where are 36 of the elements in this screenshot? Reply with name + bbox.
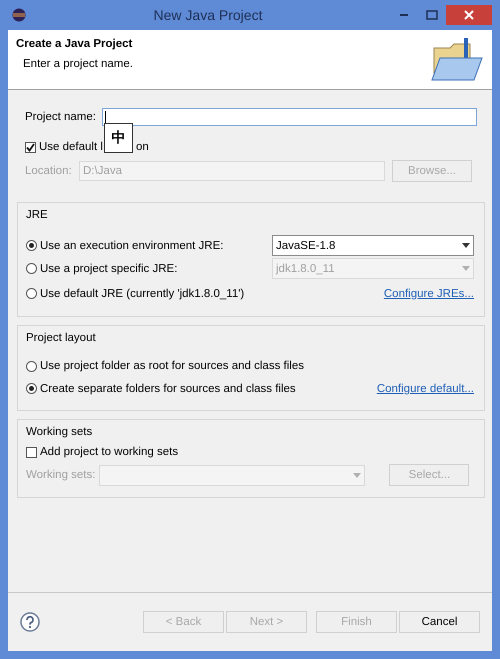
page-message: Enter a project name. — [23, 58, 133, 70]
field-label: Project name: — [25, 111, 97, 123]
configure-link[interactable]: Configure default... — [376, 382, 474, 395]
radio-label: Create separate folders for sources and class files — [40, 382, 296, 395]
field-label: Location: — [25, 165, 73, 177]
ime-indicator-popup: 中 — [104, 122, 133, 152]
radio-button[interactable] — [26, 240, 37, 251]
project-name-field[interactable] — [102, 108, 477, 126]
radio-button[interactable] — [26, 288, 37, 299]
dialog-button[interactable]: Cancel — [399, 611, 480, 633]
radio-button[interactable] — [26, 360, 37, 372]
app-icon — [12, 8, 26, 22]
dropdown-arrow-icon — [462, 243, 470, 248]
close-icon — [464, 10, 474, 20]
radio-label: Use default JRE (currently 'jdk1.8.0_11') — [40, 288, 244, 300]
radio-button[interactable] — [26, 383, 37, 394]
page-title: Create a Java Project — [16, 38, 133, 50]
checkbox-label: Use default l — [39, 141, 103, 153]
radio-label: Use project folder as root for sources and class files — [40, 360, 304, 372]
checkbox-label: on — [136, 141, 149, 153]
help-icon[interactable] — [20, 612, 40, 632]
dropdown-arrow-icon — [353, 472, 362, 478]
group-title: JRE — [26, 209, 49, 221]
radio-label: Use an execution environment JRE: — [40, 240, 224, 252]
window-title: New Java Project — [152, 7, 264, 23]
group-title: Project layout — [26, 332, 97, 344]
field-label: Working sets: — [26, 469, 96, 481]
maximize-icon[interactable] — [426, 10, 438, 20]
dropdown-arrow-icon — [462, 266, 470, 271]
configure-link[interactable]: Configure JREs... — [384, 288, 474, 300]
close-button[interactable] — [446, 5, 492, 25]
jre-dropdown[interactable]: JavaSE-1.8 — [272, 235, 474, 256]
checkbox[interactable] — [25, 142, 36, 152]
radio-label: Use a project specific JRE: — [40, 262, 178, 274]
checkbox-label: Add project to working sets — [40, 446, 178, 458]
group-title: Working sets — [26, 426, 94, 438]
